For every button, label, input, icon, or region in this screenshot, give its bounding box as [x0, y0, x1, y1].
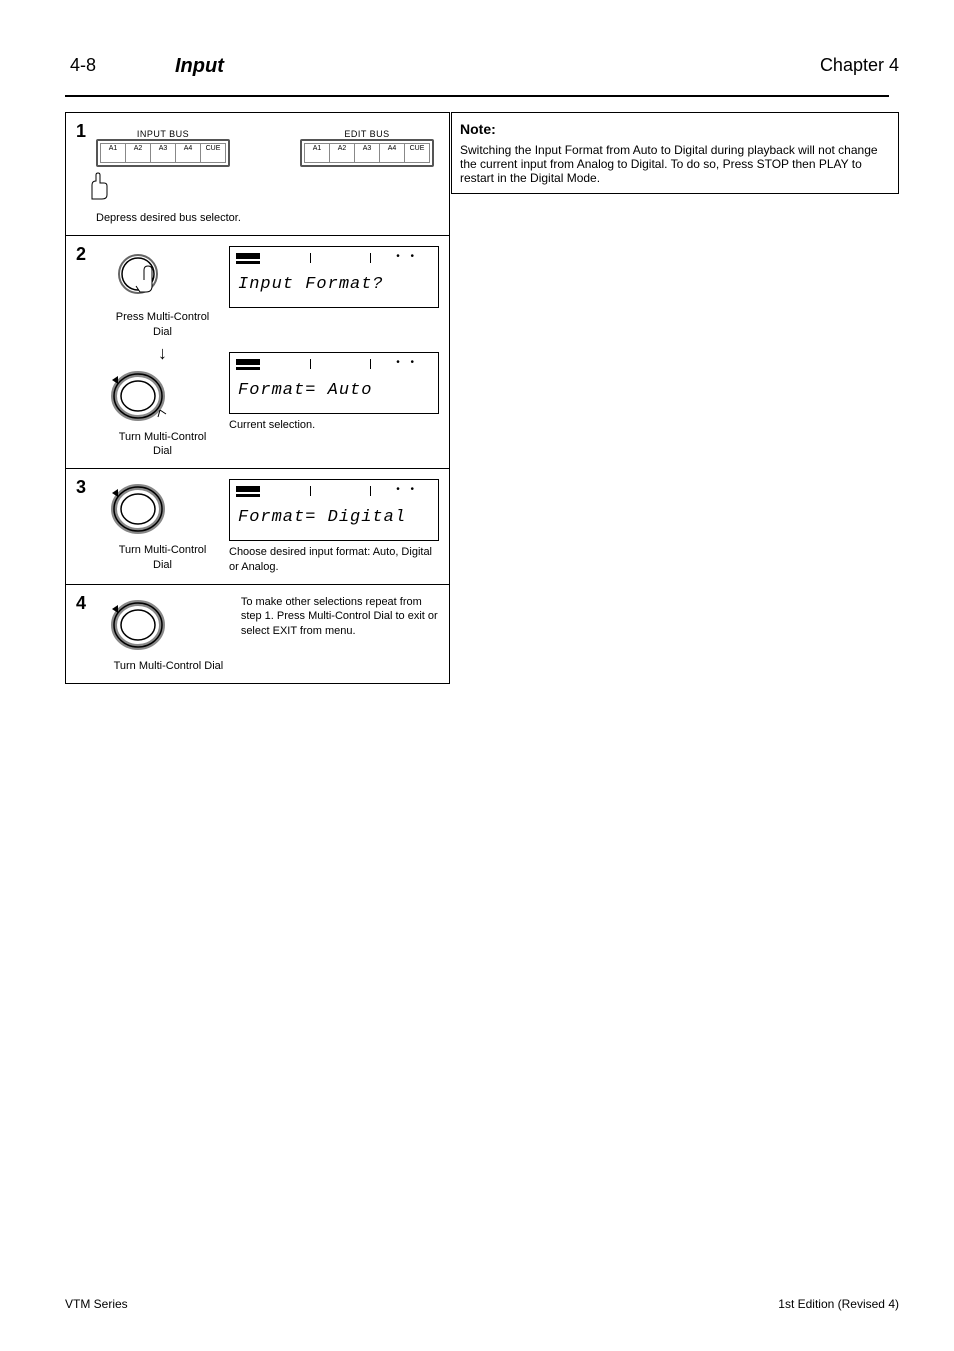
turn-dial-caption: Turn Multi-Control Dial — [108, 659, 229, 673]
step-3: 3 Turn Multi-Control Dial • • Format= Di… — [66, 468, 449, 584]
note-box: Note: Switching the Input Format from Au… — [451, 112, 899, 194]
turn-dial-caption: Turn Multi-Control Dial — [108, 543, 217, 572]
step-1-caption: Depress desired bus selector. — [96, 211, 439, 225]
step-3-right: • • Format= Digital Choose desired input… — [229, 479, 439, 574]
step-4-left: Turn Multi-Control Dial — [108, 595, 229, 673]
step-2: 2 Press Multi-Control Dial ↓ Turn Multi- — [66, 235, 449, 468]
input-bus-label: INPUT BUS — [137, 129, 189, 139]
step-3-left: Turn Multi-Control Dial — [108, 479, 217, 574]
footer-model: VTM Series — [65, 1297, 128, 1311]
lcd-text: Format= Auto — [238, 381, 372, 400]
step-2-right: • • Input Format? • • Format= Auto Curre… — [229, 246, 439, 458]
press-dial-caption: Press Multi-Control Dial — [108, 310, 217, 339]
note-body: Switching the Input Format from Auto to … — [460, 143, 890, 185]
turn-dial-icon — [108, 366, 168, 426]
lcd-display: • • Format= Digital — [229, 479, 439, 541]
turn-dial-icon — [108, 595, 168, 655]
step-number: 1 — [76, 121, 86, 142]
page-number: 4-8 — [70, 55, 96, 76]
chapter-label: Chapter 4 — [820, 55, 899, 76]
turn-dial-icon — [108, 479, 168, 539]
input-bus-buttons: A1 A2 A3 A4 CUE — [96, 139, 230, 167]
lcd-text: Input Format? — [238, 275, 384, 294]
step-number: 2 — [76, 244, 86, 265]
lcd-text: Format= Digital — [238, 508, 406, 527]
step-2-left: Press Multi-Control Dial ↓ Turn Multi-Co… — [108, 246, 217, 458]
press-dial-icon — [108, 246, 168, 306]
pointing-hand-icon — [84, 171, 114, 201]
edit-bus-buttons: A1 A2 A3 A4 CUE — [300, 139, 434, 167]
step-1: 1 INPUT BUS A1 A2 A3 A4 CUE EDIT BUS — [66, 113, 449, 235]
lcd-display: • • Format= Auto — [229, 352, 439, 414]
lcd-display: • • Input Format? — [229, 246, 439, 308]
step-4-right: To make other selections repeat from ste… — [241, 595, 439, 673]
header-divider — [65, 95, 889, 97]
lcd-caption: Current selection. — [229, 418, 439, 432]
page-title: Input — [175, 55, 224, 78]
step-4-caption: To make other selections repeat from ste… — [241, 595, 439, 638]
step-number: 4 — [76, 593, 86, 614]
edit-bus-label: EDIT BUS — [344, 129, 389, 139]
step-4: 4 Turn Multi-Control Dial To make other … — [66, 584, 449, 683]
steps-table: 1 INPUT BUS A1 A2 A3 A4 CUE EDIT BUS — [65, 112, 450, 684]
step-number: 3 — [76, 477, 86, 498]
note-heading: Note: — [460, 121, 890, 137]
turn-dial-caption: Turn Multi-Control Dial — [108, 430, 217, 459]
down-arrow-icon: ↓ — [108, 343, 217, 364]
footer-revision: 1st Edition (Revised 4) — [778, 1297, 899, 1311]
lcd-caption: Choose desired input format: Auto, Digit… — [229, 545, 439, 574]
bus-selector-diagram: INPUT BUS A1 A2 A3 A4 CUE EDIT BUS A1 A2… — [96, 129, 439, 167]
